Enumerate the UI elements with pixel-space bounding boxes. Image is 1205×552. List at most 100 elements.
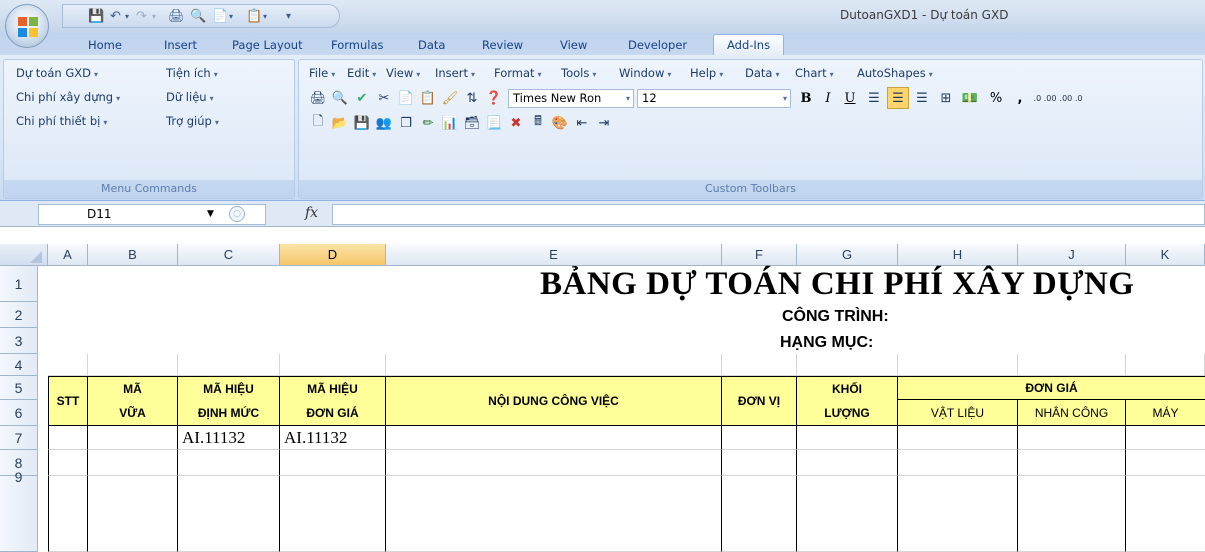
cell-k9[interactable] [1126, 476, 1205, 552]
menu-tools[interactable]: Tools ▾ [561, 66, 596, 80]
column-header-a[interactable]: A [48, 244, 88, 266]
tab-developer[interactable]: Developer [628, 35, 687, 55]
menu-tien-ich[interactable]: Tiện ích ▾ [166, 66, 218, 80]
cell-b7[interactable] [88, 426, 178, 450]
column-header-b[interactable]: B [88, 244, 178, 266]
column-header-k[interactable]: K [1126, 244, 1205, 266]
header-ma-hieu-dinh-muc[interactable]: MÃ HIỆU ĐỊNH MỨC [178, 376, 280, 426]
chevron-down-icon[interactable]: ▼ [207, 205, 214, 224]
cell-g7[interactable] [797, 426, 898, 450]
column-header-c[interactable]: C [178, 244, 280, 266]
cell-j4[interactable] [1018, 354, 1126, 376]
menu-tro-giup[interactable]: Trợ giúp ▾ [166, 114, 219, 128]
menu-insert[interactable]: Insert ▾ [435, 66, 475, 80]
underline-icon[interactable]: U [841, 89, 859, 107]
menu-autoshapes[interactable]: AutoShapes ▾ [857, 66, 933, 80]
cell-b4[interactable] [88, 354, 178, 376]
menu-data[interactable]: Data ▾ [745, 66, 779, 80]
quick-print-icon[interactable]: 🖨 [168, 7, 185, 25]
menu-window[interactable]: Window ▾ [619, 66, 671, 80]
tab-data[interactable]: Data [418, 35, 445, 55]
row-header-5[interactable]: 5 [0, 376, 38, 400]
font-name-select[interactable]: Times New Ron ▾ [508, 89, 634, 108]
redo-icon[interactable]: ↷ [136, 7, 147, 25]
sort-ascending-icon[interactable]: ⇅ [463, 89, 481, 107]
tab-review[interactable]: Review [482, 35, 523, 55]
cell-g8[interactable] [797, 450, 898, 476]
pivot-table-icon[interactable]: 🗃 [463, 114, 481, 132]
menu-view[interactable]: View ▾ [386, 66, 420, 80]
header-khoi-luong[interactable]: KHỐI LƯỢNG [797, 376, 898, 426]
paste-icon[interactable]: 📋 [419, 89, 437, 107]
column-header-h[interactable]: H [898, 244, 1018, 266]
print-icon[interactable]: 🖨 [309, 89, 327, 107]
decrease-decimal-icon[interactable]: .00 .0 [1059, 89, 1083, 107]
cell-h4[interactable] [898, 354, 1018, 376]
copy-icon[interactable]: 📄 [397, 89, 415, 107]
cell-e8[interactable] [386, 450, 722, 476]
row-header-4[interactable]: 4 [0, 354, 38, 376]
new-document-icon[interactable]: 🗋 [309, 114, 327, 132]
document-icon[interactable]: 📄 [212, 7, 228, 25]
header-ma-hieu-don-gia[interactable]: MÃ HIỆU ĐƠN GIÁ [280, 376, 386, 426]
spreadsheet-grid[interactable]: A B C D E F G H J K 1 2 3 4 5 6 7 8 9 BẢ… [0, 244, 1205, 552]
column-header-e[interactable]: E [386, 244, 722, 266]
cut-icon[interactable]: ✂ [375, 89, 393, 107]
save-icon[interactable]: 💾 [88, 7, 104, 25]
tab-formulas[interactable]: Formulas [331, 35, 384, 55]
align-left-icon[interactable]: ☰ [865, 89, 883, 107]
column-header-f[interactable]: F [722, 244, 797, 266]
menu-du-lieu[interactable]: Dữ liệu ▾ [166, 90, 214, 104]
header-don-gia[interactable]: ĐƠN GIÁ [898, 376, 1205, 400]
copy-icon[interactable]: ❐ [397, 114, 415, 132]
column-header-g[interactable]: G [797, 244, 898, 266]
tab-page-layout[interactable]: Page Layout [232, 35, 303, 55]
menu-chi-phi-thiet-bi[interactable]: Chi phí thiết bị ▾ [16, 114, 107, 128]
format-painter-icon[interactable]: 🖌 [441, 89, 459, 107]
column-header-d[interactable]: D [280, 244, 386, 266]
cell-j9[interactable] [1018, 476, 1126, 552]
undo-dropdown-icon[interactable]: ▾ [125, 7, 129, 25]
help-icon[interactable]: ❓ [485, 89, 503, 107]
header-nhan-cong[interactable]: NHÂN CÔNG [1018, 400, 1126, 426]
copy-dropdown-icon[interactable]: ▾ [263, 7, 267, 25]
cell-g9[interactable] [797, 476, 898, 552]
tab-view[interactable]: View [560, 35, 587, 55]
menu-chart[interactable]: Chart ▾ [795, 66, 834, 80]
cell-f7[interactable] [722, 426, 797, 450]
row-header-3[interactable]: 3 [0, 328, 38, 354]
select-all-corner[interactable] [0, 244, 48, 266]
function-circle-icon[interactable]: ○ [229, 206, 245, 222]
increase-decimal-icon[interactable]: .0 .00 [1033, 89, 1057, 107]
menu-du-toan-gxd[interactable]: Dự toán GXD ▾ [16, 66, 98, 80]
cell-g4[interactable] [797, 354, 898, 376]
tab-home[interactable]: Home [88, 35, 122, 55]
redo-dropdown-icon[interactable]: ▾ [152, 7, 156, 25]
indent-decrease-icon[interactable]: ⇤ [573, 114, 591, 132]
print-preview-icon[interactable]: 🔍 [331, 89, 349, 107]
bold-icon[interactable]: B [797, 89, 815, 107]
cell-d9[interactable] [280, 476, 386, 552]
permission-icon[interactable]: 👥 [375, 114, 393, 132]
cell-c8[interactable] [178, 450, 280, 476]
currency-icon[interactable]: 💵 [961, 89, 979, 107]
cell-k8[interactable] [1126, 450, 1205, 476]
percent-icon[interactable]: % [987, 89, 1005, 107]
drawing-icon[interactable]: ✏ [419, 114, 437, 132]
cell-a9[interactable] [48, 476, 88, 552]
menu-help[interactable]: Help ▾ [690, 66, 723, 80]
row-header-9[interactable]: 9 [0, 469, 38, 552]
cell-k4[interactable] [1126, 354, 1205, 376]
italic-icon[interactable]: I [819, 89, 837, 107]
color-icon[interactable]: 🎨 [551, 114, 569, 132]
cell-d8[interactable] [280, 450, 386, 476]
merge-center-icon[interactable]: ⊞ [937, 89, 955, 107]
name-box[interactable]: D11 ▼ ○ [38, 204, 266, 225]
tab-add-ins[interactable]: Add-Ins [713, 34, 785, 56]
menu-edit[interactable]: Edit ▾ [347, 66, 376, 80]
comma-style-icon[interactable]: , [1011, 89, 1029, 107]
cell-k7[interactable] [1126, 426, 1205, 450]
cell-f8[interactable] [722, 450, 797, 476]
formula-input[interactable] [332, 204, 1205, 225]
cell-h7[interactable] [898, 426, 1018, 450]
